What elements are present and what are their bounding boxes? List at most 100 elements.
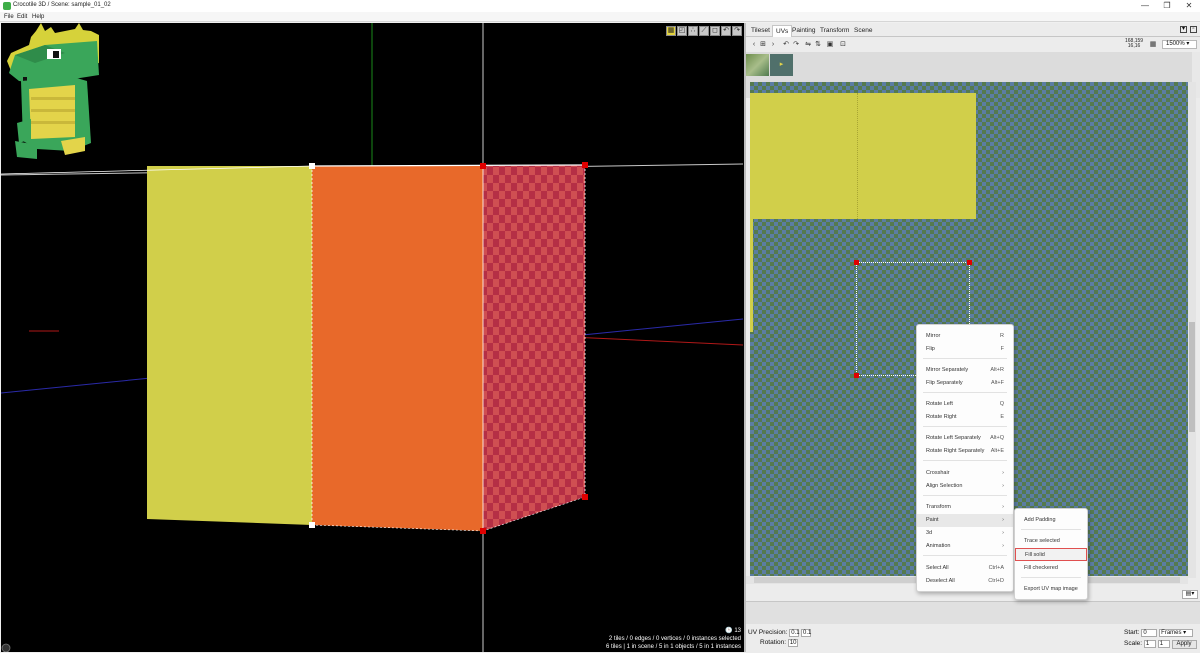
menu-item-mirror-separately[interactable]: Mirror Separately Alt+R (917, 364, 1013, 377)
vertex-handle (582, 494, 588, 500)
window-title: Crocotile 3D / Scene: sample_01_02 (13, 2, 111, 8)
menu-item-select-all[interactable]: Select All Ctrl+A (917, 562, 1013, 575)
scale-x-field[interactable]: 1 (1143, 640, 1156, 648)
tab-tileset[interactable]: Tileset (748, 25, 773, 37)
uv-handle[interactable] (967, 260, 972, 265)
object-icon[interactable]: ◻ (710, 26, 720, 36)
uv-precision-y-field[interactable]: 0.1 (801, 629, 811, 637)
uv-bottom-panel: ▤▾ (746, 590, 1200, 624)
apply-button[interactable]: Apply (1171, 640, 1197, 649)
uv-toolbar: ‹ ⊞ › ↶ ↷ ⇋ ⇅ ▣ ⊡ 168,159 16,16 ▦ 1500% … (746, 38, 1200, 51)
rotate-right-icon[interactable]: ↷ (792, 41, 800, 49)
menu-item-deselect-all[interactable]: Deselect All Ctrl+D (917, 575, 1013, 588)
uv-handle[interactable] (854, 373, 859, 378)
menu-item-mirror[interactable]: Mirror R (917, 330, 1013, 343)
submenu-fill-solid[interactable]: Fill solid (1015, 548, 1087, 561)
yellow-face (147, 166, 312, 525)
menu-item-flip-separately[interactable]: Flip Separately Alt+F (917, 377, 1013, 390)
menu-item-rotate-left[interactable]: Rotate Left Q (917, 398, 1013, 411)
panel-tabs: Tileset UVs Painting Transform Scene ▾ ▫ (746, 23, 1200, 37)
zoom-select[interactable]: 1500% ▾ (1162, 40, 1197, 49)
menu-item-3d[interactable]: 3d › (917, 527, 1013, 540)
menu-item-animation[interactable]: Animation › (917, 540, 1013, 553)
clock-icon: 🕒 (725, 628, 733, 634)
stats-count: 13 (734, 628, 741, 634)
menu-help[interactable]: Help (32, 14, 44, 20)
tab-transform[interactable]: Transform (817, 25, 852, 37)
undo-icon[interactable]: ↶ (721, 26, 731, 36)
mirror-icon[interactable]: ⇋ (804, 41, 812, 49)
scale-y-field[interactable]: 1 (1157, 640, 1170, 648)
menu-item-flip[interactable]: Flip F (917, 343, 1013, 356)
orange-face (312, 166, 483, 531)
paint-submenu: Add Padding Trace selected Fill solid Fi… (1014, 508, 1088, 600)
scene-render (1, 23, 744, 652)
uv-vertical-scrollbar[interactable] (1188, 82, 1196, 578)
tileset-thumbnail[interactable] (746, 54, 769, 76)
redo-icon[interactable]: ↷ (732, 26, 742, 36)
start-field[interactable]: 0 (1141, 629, 1158, 637)
grid-toggle-icon[interactable]: ▦ (1149, 41, 1157, 49)
submenu-add-padding[interactable]: Add Padding (1015, 514, 1087, 527)
tab-scene[interactable]: Scene (851, 25, 875, 37)
prev-icon[interactable]: ‹ (750, 41, 758, 49)
vertex-handle (480, 163, 486, 169)
uv-handle[interactable] (854, 260, 859, 265)
minimize-button[interactable]: — (1136, 1, 1154, 11)
menu-bar: File Edit Help (0, 12, 1200, 22)
scale-row: Scale: 1 1 Apply (1124, 640, 1197, 649)
uv-precision-label: UV Precision: (748, 629, 788, 636)
context-menu: Mirror R Flip F Mirror Separately Alt+R Fli… (916, 324, 1014, 592)
vertex-handle (309, 163, 315, 169)
menu-file[interactable]: File (4, 14, 14, 20)
submenu-fill-checkered[interactable]: Fill checkered (1015, 562, 1087, 575)
menu-item-rotate-right[interactable]: Rotate Right E (917, 411, 1013, 424)
flip-icon[interactable]: ⇅ (814, 41, 822, 49)
viewport-stats: 🕒 13 2 tiles / 0 edges / 0 vertices / 0 … (606, 627, 741, 651)
crocotile-app-icon (3, 2, 11, 10)
vertex-handle (582, 162, 588, 168)
animation-start-row: Start: 0 Frames ▾ (1124, 629, 1194, 637)
panel-options-icon[interactable]: ▾ (1180, 26, 1187, 33)
menu-edit[interactable]: Edit (17, 14, 27, 20)
grid-icon[interactable]: ⊞ (759, 41, 767, 49)
rotation-row: Rotation: 10 (760, 639, 798, 647)
tab-painting[interactable]: Painting (789, 25, 819, 37)
tileset-thumbnail-selected[interactable]: ▸ (770, 54, 793, 76)
rotate-left-icon[interactable]: ↶ (782, 41, 790, 49)
select-faces-icon[interactable]: ◰ (677, 26, 687, 36)
menu-item-rotate-right-separately[interactable]: Rotate Right Separately Alt+E (917, 445, 1013, 458)
uv-options-icon[interactable]: ▤▾ (1182, 590, 1198, 599)
checkered-face (483, 165, 585, 531)
menu-item-paint[interactable]: Paint › (917, 514, 1013, 527)
menu-item-transform[interactable]: Transform › (917, 501, 1013, 514)
stats-selection: 2 tiles / 0 edges / 0 vertices / 0 insta… (608, 636, 741, 642)
coords-tile: 16,16 (1127, 43, 1141, 49)
stats-scene: 6 tiles | 1 in scene / 5 in 1 objects / … (606, 644, 741, 650)
menu-item-rotate-left-separately[interactable]: Rotate Left Separately Alt+Q (917, 432, 1013, 445)
rotation-label: Rotation: (760, 639, 787, 646)
rotation-field[interactable]: 10 (787, 639, 798, 647)
submenu-export-uv-map-image[interactable]: Export UV map image (1015, 583, 1087, 596)
frames-select-value: Frames (1161, 630, 1182, 636)
panel-undock-icon[interactable]: ▫ (1190, 26, 1197, 33)
close-button[interactable]: ✕ (1180, 1, 1198, 11)
frames-select[interactable]: Frames ▾ (1159, 629, 1194, 637)
zoom-value: 1500% (1166, 41, 1185, 47)
cursor-coordinates: 168,159 16,16 (1125, 39, 1143, 49)
3d-viewport[interactable]: ▦ ◰ ∴ ⟋ ◻ ↶ ↷ 🕒 13 2 tiles / 0 edges / 0… (1, 23, 744, 652)
menu-item-align-selection[interactable]: Align Selection › (917, 480, 1013, 493)
select-tiles-icon[interactable]: ▦ (666, 26, 676, 36)
uv-precision-row: UV Precision: 0.1 0.1 (748, 629, 811, 637)
edge-icon[interactable]: ⟋ (699, 26, 709, 36)
next-icon[interactable]: › (769, 41, 777, 49)
add-icon[interactable]: ⊡ (839, 41, 847, 49)
vertex-icon[interactable]: ∴ (688, 26, 698, 36)
uv-precision-x-field[interactable]: 0.1 (789, 629, 800, 637)
submenu-trace-selected[interactable]: Trace selected (1015, 535, 1087, 548)
restore-button[interactable]: ❐ (1158, 1, 1176, 11)
viewport-toolbar: ▦ ◰ ∴ ⟋ ◻ ↶ ↷ (666, 26, 742, 36)
start-label: Start: (1124, 629, 1140, 636)
menu-item-crosshair[interactable]: Crosshair › (917, 467, 1013, 480)
fill-icon[interactable]: ▣ (826, 41, 834, 49)
